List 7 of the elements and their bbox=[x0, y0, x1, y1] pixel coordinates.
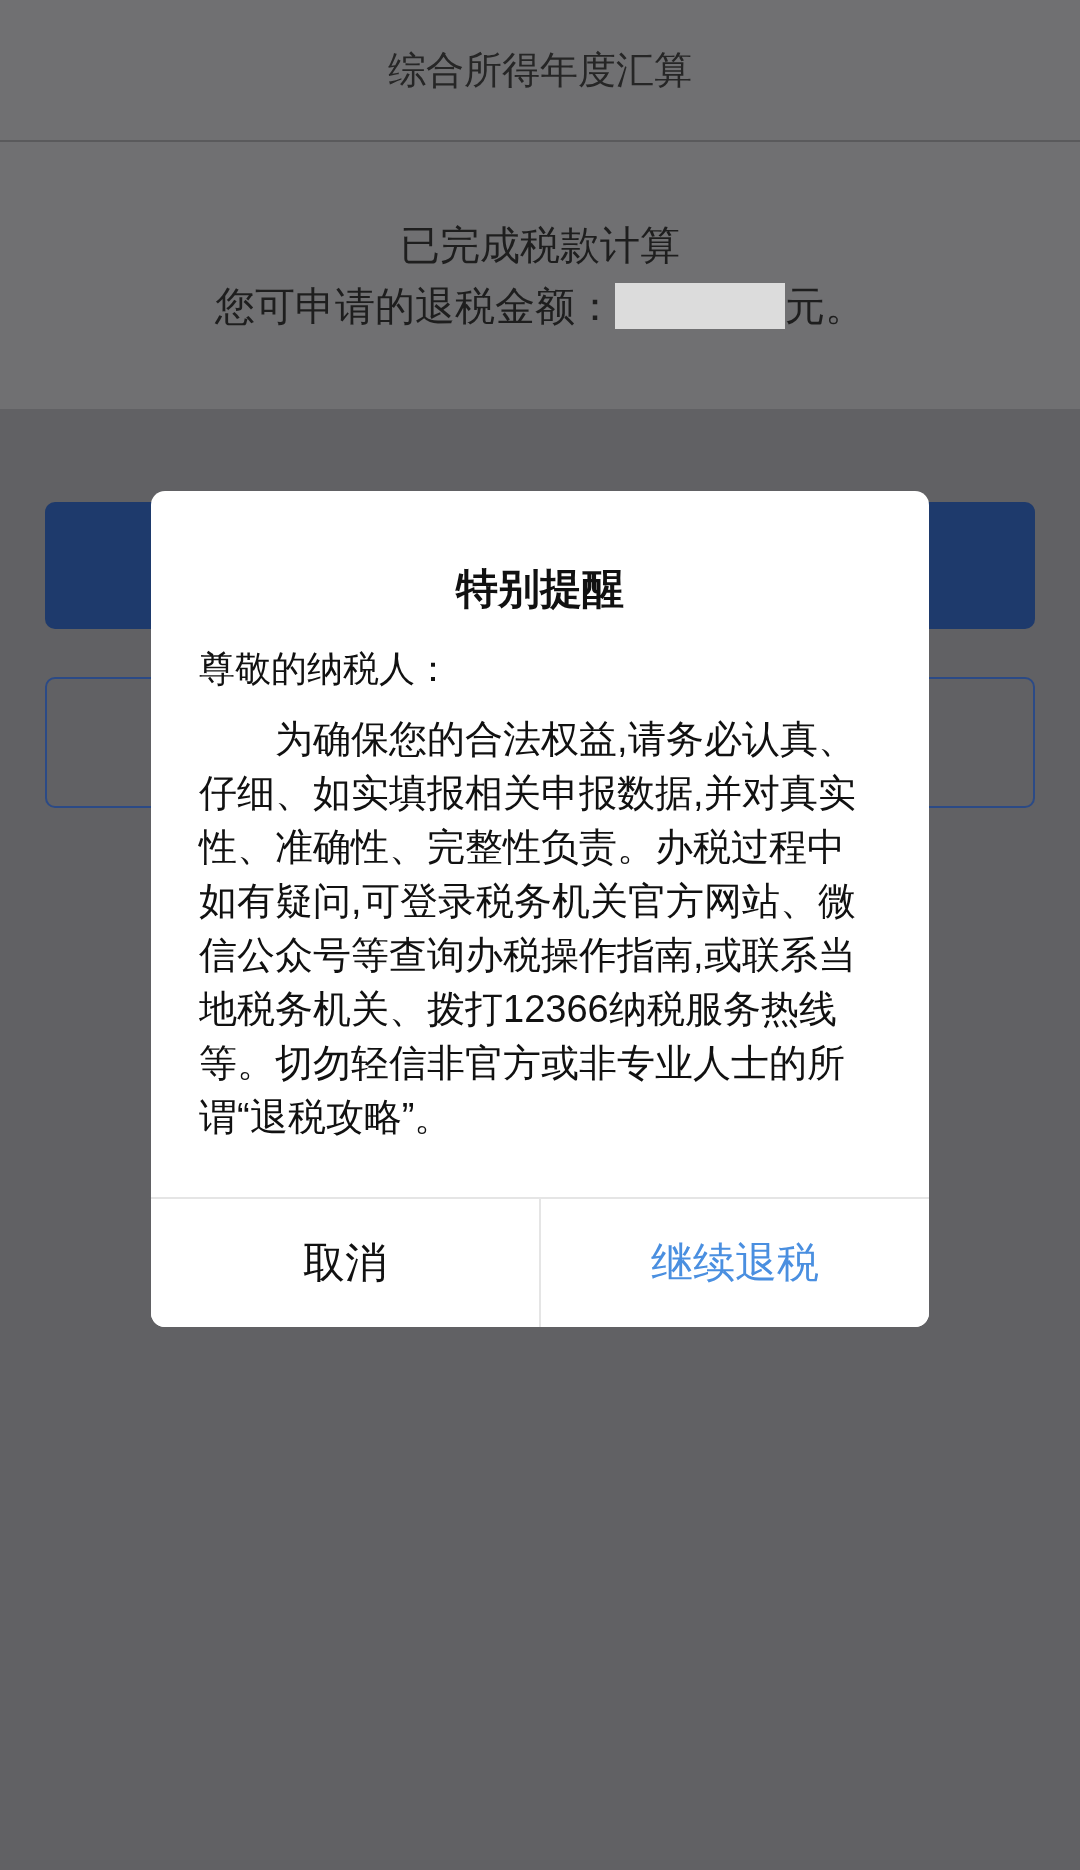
page-title: 综合所得年度汇算 bbox=[388, 47, 692, 93]
status-text: 已完成税款计算 bbox=[400, 221, 680, 269]
salutation-text: 尊敬的纳税人： bbox=[199, 647, 452, 691]
notice-paragraph: 为确保您的合法权益,请务必认真、仔细、如实填报相关申报数据,并对真实性、准确性、完整性负责。办税过程中如有疑问,可登录税务机关官方网站、微信公众号等查询办税操作指南,或联系当地税务机关、拨打12366纳税服务热线等。切勿轻信非官方或非专业人士的所谓“退税攻略”。 bbox=[199, 717, 857, 1140]
currency-suffix: 元。 bbox=[785, 282, 865, 330]
dialog-title: 特别提醒 bbox=[454, 564, 625, 614]
refund-label: 您可申请的退税金额： bbox=[215, 282, 615, 330]
